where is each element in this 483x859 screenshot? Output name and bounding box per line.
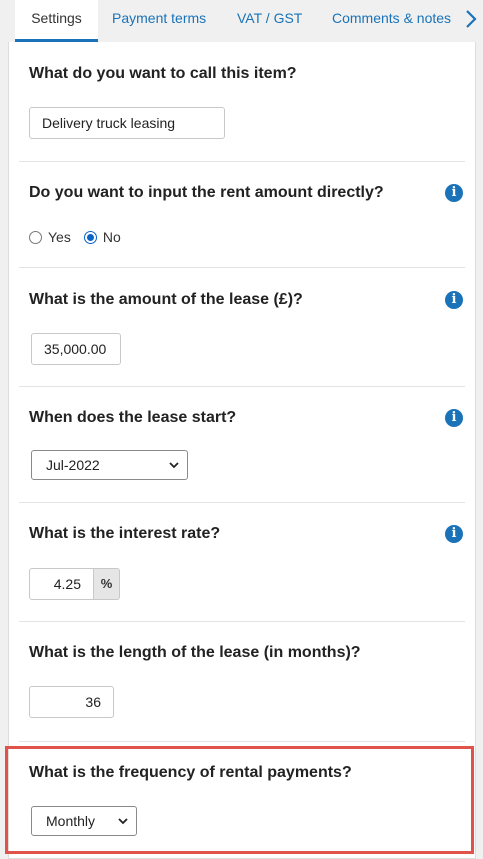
- lease-start-select[interactable]: Jul-2022: [31, 450, 188, 480]
- rent-direct-question: Do you want to input the rent amount dir…: [29, 184, 384, 201]
- tab-bar: Settings Payment terms VAT / GST Comment…: [0, 0, 483, 42]
- chevron-down-icon: [118, 818, 128, 825]
- lease-start-value: Jul-2022: [46, 457, 100, 473]
- item-name-section: What do you want to call this item? Deli…: [19, 42, 465, 162]
- radio-no[interactable]: [83, 230, 97, 244]
- tab-payment-terms[interactable]: Payment terms: [112, 0, 206, 42]
- info-icon[interactable]: i: [445, 291, 463, 309]
- interest-rate-question: What is the interest rate?: [29, 525, 221, 542]
- payment-frequency-question: What is the frequency of rental payments…: [29, 764, 352, 781]
- lease-amount-input[interactable]: 35,000.00: [31, 333, 121, 365]
- rent-direct-radio-group: Yes No: [29, 229, 121, 245]
- radio-yes[interactable]: [29, 230, 42, 244]
- lease-amount-section: What is the amount of the lease (£)? i 3…: [19, 268, 465, 387]
- lease-start-section: When does the lease start? i Jul-2022: [19, 387, 465, 503]
- lease-length-input[interactable]: 36: [29, 686, 114, 718]
- radio-no-label: No: [102, 229, 121, 245]
- rent-direct-section: Do you want to input the rent amount dir…: [19, 162, 465, 268]
- payment-frequency-select[interactable]: Monthly: [31, 806, 137, 836]
- settings-panel: What do you want to call this item? Deli…: [8, 42, 476, 859]
- payment-frequency-section: What is the frequency of rental payments…: [19, 742, 465, 859]
- info-icon[interactable]: i: [445, 409, 463, 427]
- tab-settings[interactable]: Settings: [15, 0, 98, 42]
- item-name-question: What do you want to call this item?: [29, 65, 297, 82]
- lease-length-section: What is the length of the lease (in mont…: [19, 622, 465, 742]
- item-name-input[interactable]: Delivery truck leasing: [29, 107, 225, 139]
- payment-frequency-value: Monthly: [46, 813, 96, 829]
- chevron-down-icon: [169, 462, 179, 469]
- lease-start-question: When does the lease start?: [29, 409, 237, 426]
- tab-vat-gst[interactable]: VAT / GST: [237, 0, 302, 42]
- info-icon[interactable]: i: [445, 184, 463, 202]
- chevron-right-icon[interactable]: [464, 9, 478, 29]
- lease-length-question: What is the length of the lease (in mont…: [29, 644, 361, 661]
- interest-rate-input[interactable]: 4.25: [29, 568, 94, 600]
- interest-rate-section: What is the interest rate? i 4.25 %: [19, 503, 465, 622]
- tab-comments-notes[interactable]: Comments & notes: [332, 0, 451, 42]
- lease-amount-question: What is the amount of the lease (£)?: [29, 291, 303, 308]
- radio-yes-label: Yes: [48, 229, 71, 245]
- percent-addon: %: [94, 568, 120, 600]
- info-icon[interactable]: i: [445, 525, 463, 543]
